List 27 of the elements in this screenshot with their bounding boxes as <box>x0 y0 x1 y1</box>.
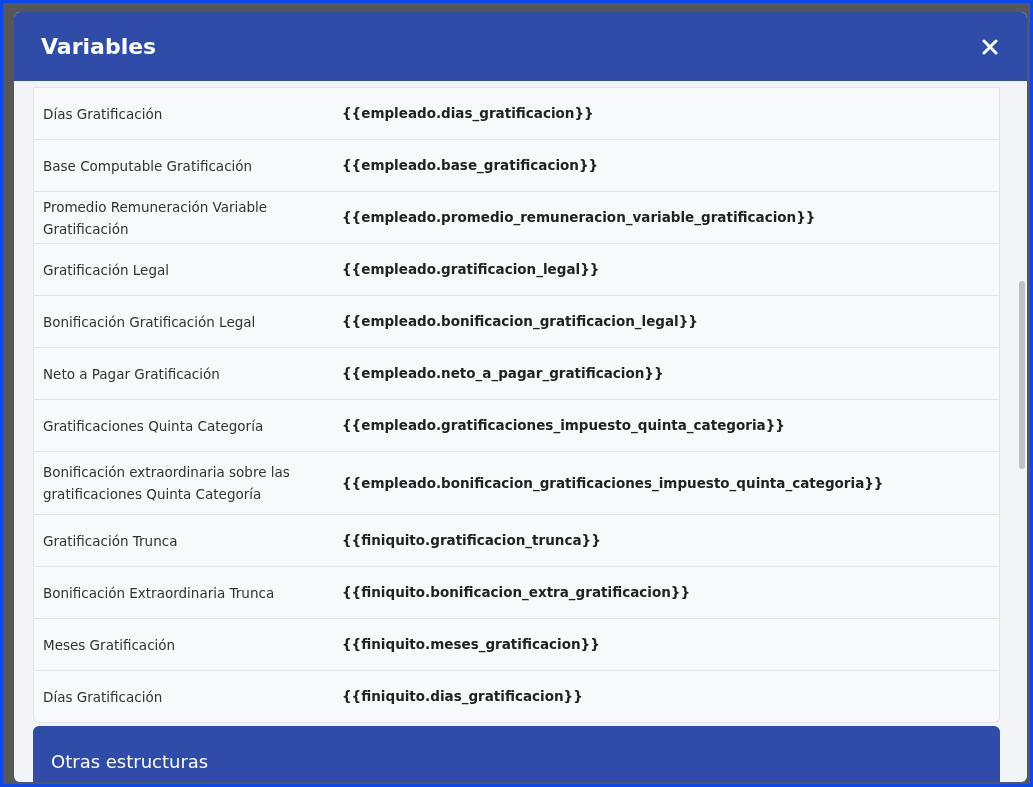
variable-code: {{empleado.bonificacion_gratificaciones_impuesto_quinta_categoria}} <box>342 473 884 494</box>
variable-label: Gratificación Legal <box>42 260 170 280</box>
variable-code: {{empleado.promedio_remuneracion_variable_gratificacion}} <box>342 208 816 228</box>
variable-label: Promedio Remuneración Variable Gratificación <box>42 197 269 239</box>
variable-code: {{empleado.gratificacion_legal}} <box>342 260 600 280</box>
variable-code: {{empleado.base_gratificacion}} <box>342 156 599 176</box>
variable-label: Gratificaciones Quinta Categoría <box>42 416 265 436</box>
close-icon <box>982 38 998 55</box>
variable-label: Meses Gratificación <box>42 635 177 655</box>
variable-code: {{empleado.neto_a_pagar_gratificacion}} <box>342 364 664 384</box>
variable-label: Bonificación Gratificación Legal <box>42 312 257 332</box>
variable-label: Bonificación Extraordinaria Trunca <box>42 583 276 603</box>
variable-label: Gratificación Trunca <box>42 531 179 551</box>
variable-code: {{empleado.dias_gratificacion}} <box>342 104 594 124</box>
variable-label: Días Gratificación <box>42 687 164 707</box>
variable-code: {{finiquito.meses_gratificacion}} <box>342 635 600 655</box>
modal-title: Variables <box>41 33 157 61</box>
variable-code: {{empleado.gratificaciones_impuesto_quinta_categoria}} <box>342 416 785 436</box>
variable-label: Bonificación extraordinaria sobre las gratificaciones Quinta Categoría <box>42 463 291 504</box>
variable-code: {{finiquito.bonificacion_extra_gratificacion}} <box>342 583 690 603</box>
variable-label: Base Computable Gratificación <box>42 156 254 176</box>
variable-code: {{finiquito.dias_gratificacion}} <box>342 687 583 707</box>
section-title: Otras estructuras <box>51 749 209 774</box>
variable-label: Neto a Pagar Gratificación <box>42 364 221 384</box>
variable-code: {{empleado.bonificacion_gratificacion_legal}} <box>342 312 698 332</box>
variable-label: Días Gratificación <box>42 104 164 124</box>
variable-code: {{finiquito.gratificacion_trunca}} <box>342 531 601 551</box>
